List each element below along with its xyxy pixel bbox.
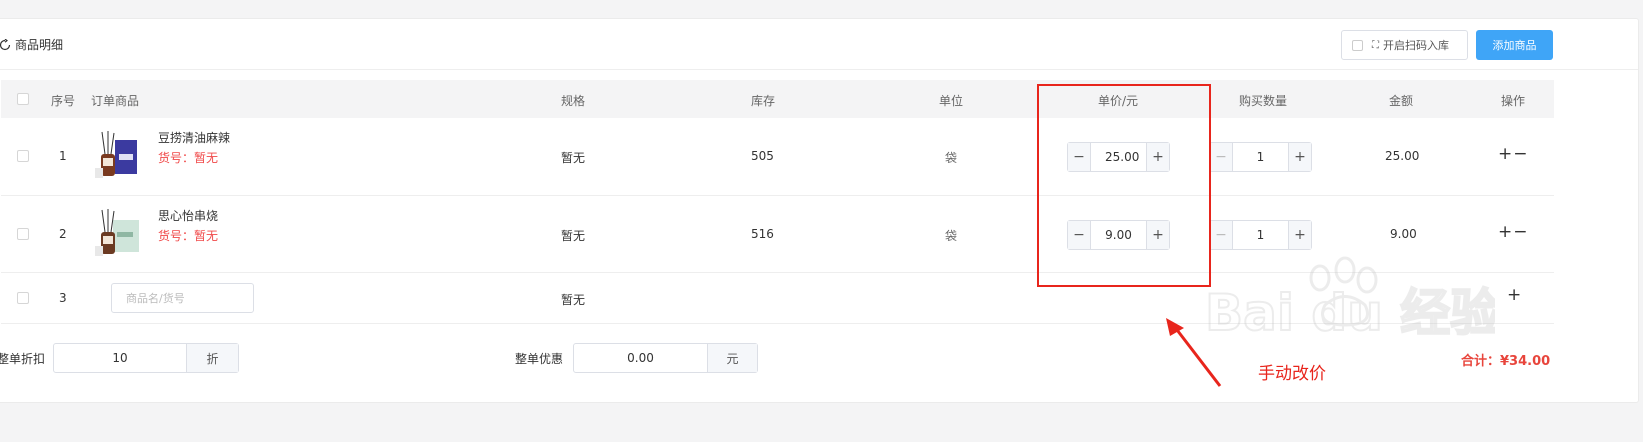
qty-increase-button[interactable]: + xyxy=(1288,143,1311,171)
row-add-button[interactable]: + xyxy=(1507,285,1522,305)
select-all-checkbox[interactable] xyxy=(17,93,29,105)
col-product: 订单商品 xyxy=(91,94,140,108)
scan-label: 开启扫码入库 xyxy=(1383,39,1449,52)
row-checkbox[interactable] xyxy=(17,150,29,162)
price-highlight-box xyxy=(1037,84,1211,287)
row-spec: 暂无 xyxy=(561,293,586,307)
row-add-remove-buttons[interactable]: +− xyxy=(1498,222,1529,242)
col-ops: 操作 xyxy=(1501,94,1526,108)
qty-value[interactable]: 1 xyxy=(1233,143,1288,171)
refresh-icon xyxy=(0,38,11,50)
row-index: 2 xyxy=(59,227,67,241)
col-index: 序号 xyxy=(51,94,76,108)
discount-unit: 折 xyxy=(186,344,238,372)
product-sku: 货号：暂无 xyxy=(158,229,219,243)
col-qty: 购买数量 xyxy=(1239,94,1288,108)
discount-input-group[interactable]: 10 折 xyxy=(53,343,239,373)
col-stock: 库存 xyxy=(751,94,776,108)
qty-decrease-button[interactable]: − xyxy=(1210,143,1233,171)
annotation-label: 手动改价 xyxy=(1258,364,1326,384)
row-amount: 25.00 xyxy=(1385,149,1420,163)
row-index: 1 xyxy=(59,149,67,163)
scan-checkbox[interactable] xyxy=(1352,39,1363,51)
add-product-button[interactable]: 添加商品 xyxy=(1476,30,1553,60)
discount-label: 整单折扣 xyxy=(0,352,46,366)
section-title: 商品明细 xyxy=(0,36,63,53)
coupon-label: 整单优惠 xyxy=(515,352,564,366)
coupon-input[interactable]: 0.00 xyxy=(574,344,707,372)
card-header: 商品明细 ⛶ 开启扫码入库 添加商品 xyxy=(0,19,1638,70)
qty-stepper[interactable]: − 1 + xyxy=(1209,142,1312,172)
row-unit: 袋 xyxy=(945,151,958,165)
row-unit: 袋 xyxy=(945,229,958,243)
discount-input[interactable]: 10 xyxy=(54,344,186,372)
row-spec: 暂无 xyxy=(561,229,586,243)
scan-icon: ⛶ xyxy=(1372,39,1379,51)
row-add-remove-buttons[interactable]: +− xyxy=(1498,144,1529,164)
product-thumbnail xyxy=(95,209,139,256)
row-stock: 516 xyxy=(751,227,774,241)
qty-value[interactable]: 1 xyxy=(1233,221,1288,249)
watermark-text: Bai du 经验 jingyan.baidu.com xyxy=(1205,284,1495,342)
scan-inbound-toggle[interactable]: ⛶ 开启扫码入库 xyxy=(1341,30,1468,60)
coupon-unit: 元 xyxy=(707,344,757,372)
annotation-arrow xyxy=(1166,318,1222,387)
row-index: 3 xyxy=(59,291,67,305)
product-name: 豆捞清油麻辣 xyxy=(158,131,231,145)
row-amount: 9.00 xyxy=(1390,227,1417,241)
row-stock: 505 xyxy=(751,149,774,163)
row-spec: 暂无 xyxy=(561,151,586,165)
table-row: 1 豆捞清油麻辣 货号：暂无 暂无 505 袋 − 25.00 + − 1 + … xyxy=(1,118,1554,196)
product-search-input[interactable]: 商品名/货号 xyxy=(111,283,254,313)
baidu-jingyan-watermark: Bai du 经验 jingyan.baidu.com xyxy=(1205,256,1495,343)
section-title-text: 商品明细 xyxy=(15,38,64,52)
col-spec: 规格 xyxy=(561,94,586,108)
row-checkbox[interactable] xyxy=(17,228,29,240)
qty-stepper[interactable]: − 1 + xyxy=(1209,220,1312,250)
qty-increase-button[interactable]: + xyxy=(1288,221,1311,249)
table-header: 序号 订单商品 规格 库存 单位 单价/元 购买数量 金额 操作 xyxy=(1,80,1554,118)
product-name: 思心怡串烧 xyxy=(158,209,219,223)
coupon-input-group[interactable]: 0.00 元 xyxy=(573,343,758,373)
col-unit: 单位 xyxy=(939,94,964,108)
product-thumbnail xyxy=(95,131,137,178)
row-checkbox[interactable] xyxy=(17,292,29,304)
col-amount: 金额 xyxy=(1389,94,1414,108)
qty-decrease-button[interactable]: − xyxy=(1210,221,1233,249)
product-sku: 货号：暂无 xyxy=(158,151,219,165)
